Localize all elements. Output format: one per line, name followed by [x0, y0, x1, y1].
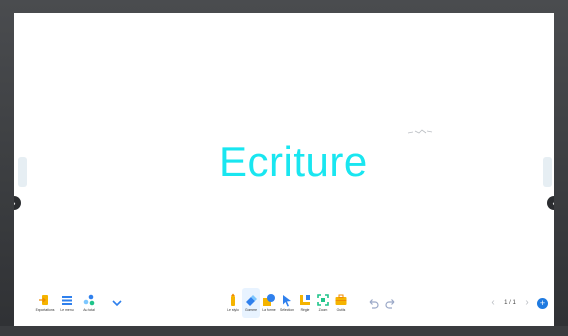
toolbox-label: Outils	[336, 308, 346, 312]
page-indicator: 1 / 1	[504, 300, 516, 306]
zoom-label: Zoom	[318, 308, 328, 312]
shape-tool-button[interactable]: La forme	[260, 288, 278, 318]
ruler-label: Règle	[300, 308, 310, 312]
canvas-handwriting-text[interactable]: Ecriture	[219, 137, 379, 187]
ruler-icon	[300, 295, 310, 305]
apps-icon	[83, 294, 95, 306]
shape-label: La forme	[262, 308, 276, 312]
export-label: Exportations	[35, 308, 55, 312]
select-tool-button[interactable]: Sélection	[278, 288, 296, 318]
export-icon	[39, 295, 48, 305]
redo-icon	[385, 299, 395, 309]
shape-icon	[263, 294, 275, 306]
eraser-label: Gomme	[244, 308, 258, 312]
chevron-left-icon[interactable]: ‹	[487, 297, 499, 309]
chevron-right-icon[interactable]: ›	[521, 297, 533, 309]
add-page-icon[interactable]: +	[537, 297, 548, 309]
chevron-down-icon	[112, 300, 122, 307]
select-label: Sélection	[280, 308, 294, 312]
menu-label: Le menu	[60, 308, 74, 312]
export-button[interactable]: Exportations	[34, 288, 56, 318]
right-edge-arrow-icon[interactable]: ‹	[547, 196, 554, 210]
apps-button[interactable]: Au total	[78, 288, 100, 318]
toolbox-icon	[335, 294, 347, 305]
select-icon	[283, 295, 291, 307]
bottom-bezel	[0, 326, 568, 336]
menu-button[interactable]: Le menu	[56, 288, 78, 318]
apps-label: Au total	[83, 308, 95, 312]
toolbox-button[interactable]: Outils	[332, 288, 350, 318]
pen-icon	[231, 293, 235, 306]
undo-icon	[369, 299, 379, 309]
redo-button[interactable]	[382, 288, 400, 318]
page-navigator: ‹ 1 / 1 › +	[472, 288, 548, 318]
left-toolbar: Exportations Le menu Au total	[34, 288, 134, 318]
zoom-icon	[317, 294, 329, 306]
pen-tool-button[interactable]: Le stylo	[224, 288, 242, 318]
expand-toolbar-button[interactable]	[106, 288, 128, 318]
eraser-tool-button[interactable]: Gomme	[242, 288, 260, 318]
eraser-icon	[246, 295, 257, 306]
left-edge-arrow-icon[interactable]: ›	[14, 196, 21, 210]
small-scribble-mark	[407, 129, 433, 134]
menu-icon	[62, 296, 72, 305]
left-side-handle[interactable]	[18, 157, 27, 187]
ruler-tool-button[interactable]: Règle	[296, 288, 314, 318]
zoom-tool-button[interactable]: Zoom	[314, 288, 332, 318]
whiteboard-screen[interactable]: › ‹ Ecriture Exportations Le menu	[14, 13, 554, 326]
center-toolbar: Le stylo Gomme La forme Sélection Règle …	[224, 288, 404, 318]
right-side-handle[interactable]	[543, 157, 552, 187]
undo-button[interactable]	[364, 288, 382, 318]
pen-label: Le stylo	[227, 308, 239, 312]
